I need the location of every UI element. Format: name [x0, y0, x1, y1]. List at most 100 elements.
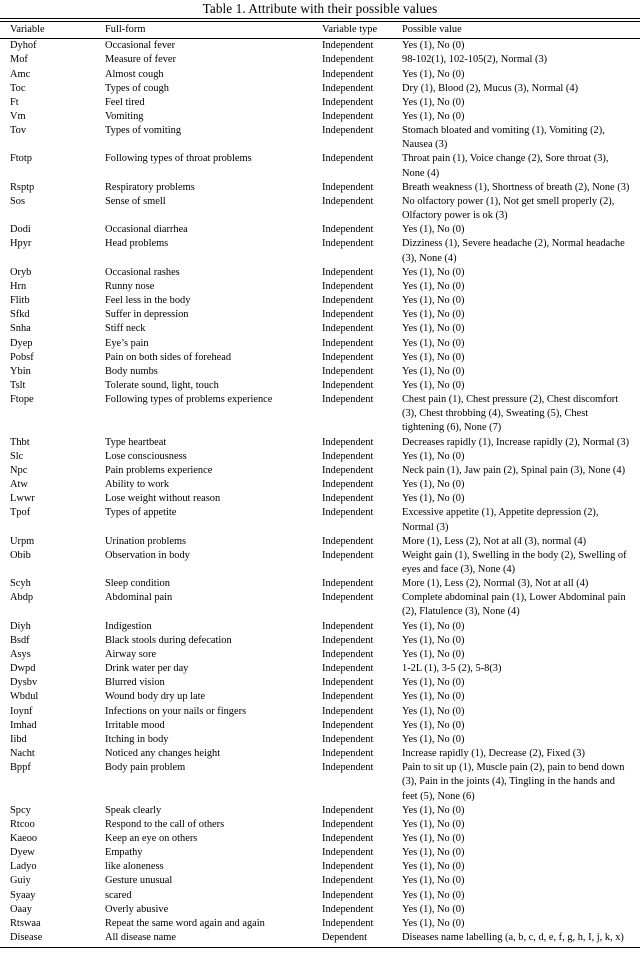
cell-possible-value: Yes (1), No (0) [402, 224, 465, 236]
cell-full-form: Feel less in the body [105, 295, 191, 307]
cell-full-form: Occasional rashes [105, 266, 180, 278]
table-row: Guiy Gesture unusual Independent Yes (1), N… [0, 874, 640, 888]
cell-full-form: Types of appetite [105, 507, 177, 519]
cell-full-form: Types of cough [105, 82, 169, 94]
cell-possible-value: Yes (1), No (0) [402, 479, 465, 491]
cell-possible-value: Pain to sit up (1), Muscle pain (2), pai… [402, 762, 625, 802]
cell-full-form: Occasional fever [105, 40, 176, 52]
column-header-variable-type: Variable type [322, 21, 402, 40]
table-row: Ft Feel tired Independent Yes (1), No (0) [0, 96, 640, 110]
column-header-possible-value: Possible value [402, 21, 640, 40]
cell-possible-value: Dry (1), Blood (2), Mucus (3), Normal (4… [402, 82, 579, 94]
cell-variable: Dwpd [10, 663, 36, 675]
document-page: Table 1. Attribute with their possible v… [0, 0, 640, 948]
table-row: Ybin Body numbs Independent Yes (1), No (0) [0, 365, 640, 379]
cell-variable: Ladyo [10, 861, 37, 873]
cell-full-form: Overly abusive [105, 903, 169, 915]
table-row: Oryb Occasional rashes Independent Yes (1),… [0, 266, 640, 280]
table-row: Snha Stiff neck Independent Yes (1), No (0) [0, 322, 640, 336]
cell-variable-type: Independent [322, 677, 374, 689]
cell-variable-type: Independent [322, 748, 374, 760]
cell-variable-type: Dependent [322, 931, 402, 948]
table-row: Wbdul Wound body dry up late Independent Ye… [0, 690, 640, 704]
cell-full-form: Blurred vision [105, 677, 165, 689]
cell-variable: Bppf [10, 762, 31, 774]
cell-variable: Ybin [10, 365, 31, 377]
table-row: Ioynf Infections on your nails or fingers… [0, 705, 640, 719]
cell-possible-value: More (1), Less (2), Not at all (3), norm… [402, 535, 587, 547]
cell-variable-type: Independent [322, 889, 374, 901]
cell-variable-type: Independent [322, 691, 374, 703]
cell-full-form: Airway sore [105, 648, 157, 660]
table-caption: Table 1. Attribute with their possible v… [202, 1, 438, 16]
table-row: Ftope Following types of problems experie… [0, 393, 640, 435]
table-row: Dyew Empathy Independent Yes (1), No (0) [0, 846, 640, 860]
cell-possible-value: Yes (1), No (0) [402, 111, 465, 123]
cell-variable-type: Independent [322, 266, 374, 278]
cell-variable-type: Independent [322, 903, 374, 915]
table-body: Dyhof Occasional fever Independent Yes (1),… [0, 39, 640, 948]
cell-variable-type: Independent [322, 663, 374, 675]
cell-full-form: Runny nose [105, 280, 155, 292]
cell-variable-type: Independent [322, 96, 374, 108]
cell-variable-type: Independent [322, 153, 374, 165]
cell-variable: Disease [0, 931, 105, 948]
cell-possible-value: Yes (1), No (0) [402, 68, 465, 80]
cell-possible-value: Dizziness (1), Severe headache (2), Norm… [402, 238, 625, 264]
cell-full-form: Head problems [105, 238, 169, 250]
cell-variable-type: Independent [322, 648, 374, 660]
cell-variable-type: Independent [322, 535, 374, 547]
cell-variable: Rtcoo [10, 818, 35, 830]
cell-variable: Sos [10, 195, 26, 207]
cell-variable-type: Independent [322, 68, 374, 80]
column-header-variable: Variable [0, 21, 105, 40]
cell-possible-value: Increase rapidly (1), Decrease (2), Fixe… [402, 748, 585, 760]
cell-possible-value: Breath weakness (1), Shortness of breath… [402, 181, 630, 193]
cell-variable-type: Independent [322, 365, 374, 377]
cell-variable-type: Independent [322, 181, 374, 193]
cell-variable-type: Independent [322, 295, 374, 307]
cell-full-form: Eye’s pain [105, 337, 149, 349]
table-header: Variable Full-form Variable type Possibl… [0, 17, 640, 40]
cell-variable-type: Independent [322, 719, 374, 731]
cell-variable: Pobsf [10, 351, 34, 363]
cell-possible-value: Yes (1), No (0) [402, 295, 465, 307]
cell-possible-value: Throat pain (1), Voice change (2), Sore … [402, 153, 609, 179]
cell-variable-type: Independent [322, 493, 374, 505]
cell-variable-type: Independent [322, 54, 374, 66]
cell-possible-value: Yes (1), No (0) [402, 450, 465, 462]
cell-possible-value: Yes (1), No (0) [402, 719, 465, 731]
cell-full-form: Type heartbeat [105, 436, 167, 448]
cell-full-form: Sleep condition [105, 578, 170, 590]
table-row: Tpof Types of appetite Independent Excessiv… [0, 506, 640, 534]
cell-possible-value: 98-102(1), 102-105(2), Normal (3) [402, 54, 548, 66]
table-row: Hrn Runny nose Independent Yes (1), No (0) [0, 280, 640, 294]
table-row: Sfkd Suffer in depression Independent Yes (… [0, 308, 640, 322]
cell-full-form: Abdominal pain [105, 592, 173, 604]
cell-variable: Spcy [10, 804, 31, 816]
cell-full-form: Measure of fever [105, 54, 176, 66]
cell-full-form: Suffer in depression [105, 309, 189, 321]
cell-variable: Tov [10, 125, 27, 137]
cell-variable: Scyh [10, 578, 31, 590]
table-row: Iibd Itching in body Independent Yes (1), N… [0, 733, 640, 747]
table-row: Npc Pain problems experience Independent Ne… [0, 464, 640, 478]
cell-full-form: Stiff neck [105, 323, 146, 335]
cell-variable: Ft [10, 96, 19, 108]
cell-full-form: Sense of smell [105, 195, 166, 207]
cell-full-form: Keep an eye on others [105, 832, 198, 844]
cell-full-form: Itching in body [105, 733, 169, 745]
column-header-full-form: Full-form [105, 21, 322, 40]
cell-variable-type: Independent [322, 733, 374, 745]
cell-variable: Abdp [10, 592, 34, 604]
cell-full-form: Repeat the same word again and again [105, 917, 265, 929]
cell-variable: Wbdul [10, 691, 39, 703]
cell-full-form: scared [105, 889, 132, 901]
cell-variable: Dodi [10, 224, 31, 236]
cell-variable: Iibd [10, 733, 27, 745]
cell-variable: Nacht [10, 748, 35, 760]
cell-full-form: Urination problems [105, 535, 187, 547]
cell-full-form: Respiratory problems [105, 181, 195, 193]
cell-variable: Diyh [10, 620, 31, 632]
table-row: Obib Observation in body Independent Weight… [0, 549, 640, 577]
